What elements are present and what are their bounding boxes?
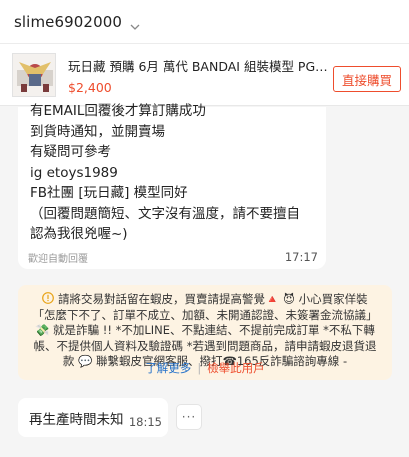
product-price: $2,400 [68,80,112,95]
notice-line: 請將交易對話留在蝦皮，買賣請提高警覺🔺 😈 小心買家佯裝 [26,292,384,308]
message-line: 認為我很兇喔~) [30,226,128,242]
message-line: 有EMAIL回覆後才算訂購成功 [30,103,206,119]
notice-text: 請將交易對話留在蝦皮，買賣請提高警覺🔺 😈 小心買家佯裝 [58,292,368,306]
chat-username[interactable]: slime6902000 [14,13,122,31]
product-thumbnail[interactable] [12,53,56,97]
auto-reply-label: 歡迎自動回覆 [28,254,88,265]
info-icon [42,292,55,304]
notice-links: 了解更多 | 檢舉此用戶 [18,361,392,377]
message-bubble: 有EMAIL回覆後才算訂購成功 到貨時通知，並開賣場 有疑問可參考 ig eto… [18,103,326,269]
chat-area: 有EMAIL回覆後才算訂購成功 到貨時通知，並開賣場 有疑問可參考 ig eto… [0,103,409,457]
message-line: 有疑問可參考 [30,144,111,160]
more-options-button[interactable]: ··· [176,404,202,430]
message-timestamp: 18:15 [128,415,162,429]
message-text: 再生產時間未知 [29,412,124,428]
buy-now-button[interactable]: 直接購買 [333,66,401,92]
product-card[interactable]: 玩日藏 預購 6月 萬代 BANDAI 組裝模型 PG E... $2,400 … [0,44,409,106]
message-line: （回覆問題簡短、文字沒有溫度，請不要擅自 [30,205,300,222]
link-divider: | [197,361,202,375]
learn-more-link[interactable]: 了解更多 [145,361,191,375]
notice-line: 💸 就是詐騙 !! *不加LINE、不點連結、不提前完成訂單 *不私下轉 [35,323,375,337]
report-user-link[interactable]: 檢舉此用戶 [207,361,265,375]
message-text: 有EMAIL回覆後才算訂購成功 到貨時通知，並開賣場 有疑問可參考 ig eto… [30,101,300,245]
message-bubble: 再生產時間未知 18:15 [18,398,168,437]
notice-line: 「怎麼下不了、訂單不成立、加額、未開通認證、未簽署金流協議」 [32,307,378,322]
chevron-down-icon[interactable] [130,17,140,30]
message-line: 到貨時通知，並開賣場 [30,123,165,140]
safety-notice: 請將交易對話留在蝦皮，買賣請提高警覺🔺 😈 小心買家佯裝 「怎麼下不了、訂單不成… [18,285,392,380]
message-line: ig etoys1989 [30,164,118,181]
message-timestamp: 17:17 [284,250,318,264]
notice-line: 帳、不提供個人資料及驗證碼 *若遇到問題商品，請申請蝦皮退貨退 [33,338,377,353]
message-line: FB社團 [玩日藏] 模型同好 [30,185,188,201]
product-title[interactable]: 玩日藏 預購 6月 萬代 BANDAI 組裝模型 PG E... [68,56,328,75]
chat-header: slime6902000 [0,0,409,44]
